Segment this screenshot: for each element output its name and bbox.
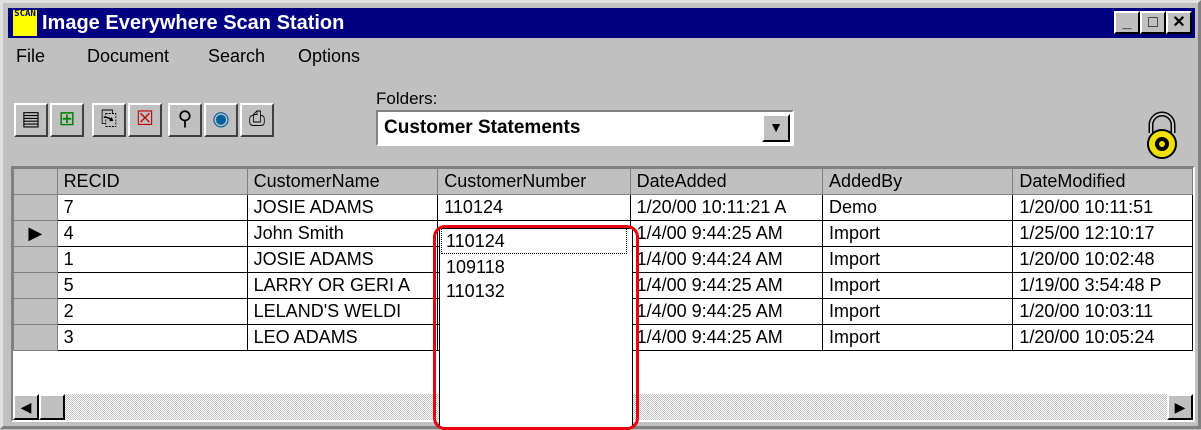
cell-recid[interactable]: 4 (56, 220, 248, 247)
cell-customer-name[interactable]: JOSIE ADAMS (246, 246, 439, 273)
scan-icon[interactable]: ⎘ (92, 103, 126, 137)
cell-date-added[interactable]: 1/4/00 9:44:25 AM (629, 324, 824, 351)
close-button[interactable]: ✕ (1166, 11, 1192, 34)
scroll-right-icon[interactable]: ▶ (1167, 394, 1193, 420)
cell-added-by[interactable]: Import (822, 272, 1014, 299)
cell-date-added[interactable]: 1/4/00 9:44:25 AM (629, 220, 824, 247)
column-header[interactable]: CustomerNumber (437, 168, 631, 195)
row-selector[interactable] (13, 298, 58, 325)
cell-customer-name[interactable]: LELAND'S WELDI (246, 298, 439, 325)
column-header[interactable]: DateModified (1012, 168, 1193, 195)
cell-added-by[interactable]: Demo (822, 194, 1014, 221)
cell-customer-name[interactable]: JOSIE ADAMS (246, 194, 439, 221)
add-icon[interactable]: ⊞ (50, 103, 84, 137)
column-header[interactable]: DateAdded (629, 168, 824, 195)
cell-date-added[interactable]: 1/4/00 9:44:24 AM (629, 246, 824, 273)
header-row: RECID CustomerName CustomerNumber DateAd… (13, 168, 1193, 195)
cell-added-by[interactable]: Import (822, 324, 1014, 351)
column-header[interactable]: CustomerName (246, 168, 439, 195)
find-icon[interactable]: ⚲ (168, 103, 202, 137)
print-icon[interactable]: ⎙ (240, 103, 274, 137)
column-header[interactable]: AddedBy (822, 168, 1014, 195)
title-bar: SCAN Image Everywhere Scan Station _ □ ✕ (8, 8, 1195, 38)
lock-icon[interactable] (1138, 111, 1186, 159)
row-selector[interactable] (13, 324, 58, 351)
cell-recid[interactable]: 5 (56, 272, 248, 299)
cell-customer-name[interactable]: LEO ADAMS (246, 324, 439, 351)
folders-selected-value: Customer Statements (384, 117, 581, 138)
menu-search[interactable]: Search (208, 44, 265, 68)
new-document-icon[interactable]: ▤ (14, 103, 48, 137)
cell-date-added[interactable]: 1/4/00 9:44:25 AM (629, 272, 824, 299)
column-header[interactable]: RECID (56, 168, 248, 195)
chevron-down-icon[interactable]: ▼ (762, 114, 790, 142)
window-title: Image Everywhere Scan Station (42, 12, 345, 34)
app-window: SCAN Image Everywhere Scan Station _ □ ✕… (0, 0, 1201, 430)
row-selector-header (13, 168, 58, 195)
cell-added-by[interactable]: Import (822, 246, 1014, 273)
row-selector[interactable] (13, 246, 58, 273)
cell-recid[interactable]: 2 (56, 298, 248, 325)
cell-date-modified[interactable]: 1/20/00 10:02:48 (1012, 246, 1193, 273)
cell-date-modified[interactable]: 1/19/00 3:54:48 P (1012, 272, 1193, 299)
folders-label: Folders: (376, 89, 438, 108)
highlight-annotation (433, 225, 639, 430)
cell-customer-name[interactable]: John Smith (246, 220, 439, 247)
cell-added-by[interactable]: Import (822, 220, 1014, 247)
cell-date-added[interactable]: 1/4/00 9:44:25 AM (629, 298, 824, 325)
scroll-thumb[interactable] (39, 394, 65, 420)
delete-icon[interactable]: ☒ (128, 103, 162, 137)
cell-date-modified[interactable]: 1/25/00 12:10:17 (1012, 220, 1193, 247)
table-row[interactable]: 7 JOSIE ADAMS 110124 1/20/00 10:11:21 A … (13, 194, 1193, 221)
web-search-icon[interactable]: ◉ (204, 103, 238, 137)
cell-recid[interactable]: 1 (56, 246, 248, 273)
cell-added-by[interactable]: Import (822, 298, 1014, 325)
cell-customer-number[interactable]: 110124 (437, 194, 631, 221)
cell-date-modified[interactable]: 1/20/00 10:03:11 (1012, 298, 1193, 325)
menu-file[interactable]: File (16, 44, 45, 68)
cell-recid[interactable]: 3 (56, 324, 248, 351)
toolbar: ▤ ⊞ ⎘ ☒ ⚲ ◉ ⎙ Folders: Customer Statemen… (8, 75, 1195, 160)
folders-select[interactable]: Customer Statements ▼ (376, 110, 794, 146)
cell-date-added[interactable]: 1/20/00 10:11:21 A (629, 194, 824, 221)
cell-customer-name[interactable]: LARRY OR GERI A (246, 272, 439, 299)
scan-app-icon: SCAN (13, 10, 37, 36)
minimize-button[interactable]: _ (1114, 11, 1140, 34)
cell-recid[interactable]: 7 (56, 194, 248, 221)
scroll-left-icon[interactable]: ◀ (13, 394, 39, 420)
row-selector[interactable] (13, 272, 58, 299)
menu-document[interactable]: Document (87, 44, 169, 68)
menu-bar: File Document Search Options (8, 41, 1195, 71)
cell-date-modified[interactable]: 1/20/00 10:05:24 (1012, 324, 1193, 351)
row-selector[interactable] (13, 194, 58, 221)
maximize-button[interactable]: □ (1140, 11, 1166, 34)
menu-options[interactable]: Options (298, 44, 360, 68)
current-row-marker[interactable]: ▶ (13, 220, 58, 247)
cell-date-modified[interactable]: 1/20/00 10:11:51 (1012, 194, 1193, 221)
